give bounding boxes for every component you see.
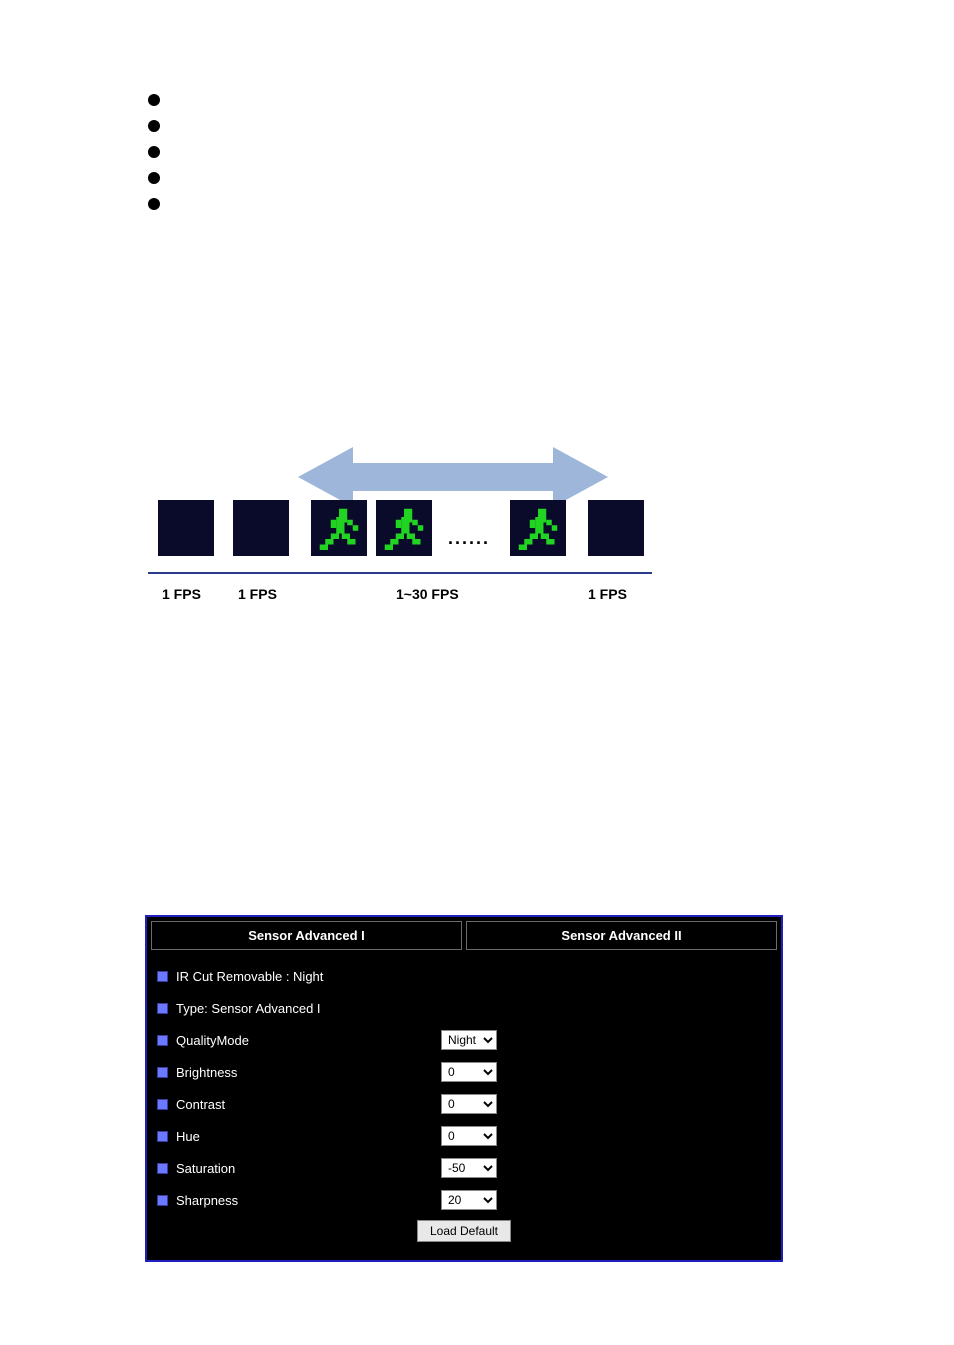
ellipsis: ...... bbox=[448, 528, 490, 549]
brightness-select[interactable]: 0 bbox=[441, 1062, 497, 1082]
fps-label: 1 FPS bbox=[238, 586, 277, 602]
fps-label: 1~30 FPS bbox=[396, 586, 459, 602]
bullet-square-icon bbox=[157, 1067, 168, 1078]
bullet bbox=[148, 146, 160, 158]
bullet-square-icon bbox=[157, 1131, 168, 1142]
saturation-select[interactable]: -50 bbox=[441, 1158, 497, 1178]
bullet-square-icon bbox=[157, 1035, 168, 1046]
bullet-square-icon bbox=[157, 1195, 168, 1206]
thumbs-row bbox=[148, 500, 668, 564]
sharpness-label: Sharpness bbox=[176, 1193, 238, 1208]
bullet-square-icon bbox=[157, 971, 168, 982]
bullet-square-icon bbox=[157, 1163, 168, 1174]
frame-thumb-blank bbox=[588, 500, 644, 556]
bullet bbox=[148, 198, 160, 210]
contrast-label: Contrast bbox=[176, 1097, 225, 1112]
fps-label: 1 FPS bbox=[588, 586, 627, 602]
bullet bbox=[148, 172, 160, 184]
frame-thumb-blank bbox=[233, 500, 289, 556]
hue-label: Hue bbox=[176, 1129, 200, 1144]
tab-sensor-advanced-1[interactable]: Sensor Advanced I bbox=[151, 921, 462, 950]
quality-mode-label: QualityMode bbox=[176, 1033, 249, 1048]
brightness-label: Brightness bbox=[176, 1065, 237, 1080]
bullet bbox=[148, 94, 160, 106]
bullet-square-icon bbox=[157, 1099, 168, 1110]
quality-mode-select[interactable]: Night bbox=[441, 1030, 497, 1050]
contrast-select[interactable]: 0 bbox=[441, 1094, 497, 1114]
load-default-button[interactable]: Load Default bbox=[417, 1220, 511, 1242]
bullet-square-icon bbox=[157, 1003, 168, 1014]
frame-thumb-walker bbox=[510, 500, 566, 556]
saturation-label: Saturation bbox=[176, 1161, 235, 1176]
fps-label: 1 FPS bbox=[162, 586, 201, 602]
double-arrow-icon bbox=[298, 447, 608, 487]
type-label: Type: Sensor Advanced I bbox=[176, 1001, 321, 1016]
tab-sensor-advanced-2[interactable]: Sensor Advanced II bbox=[466, 921, 777, 950]
timeline-rule bbox=[148, 572, 652, 574]
hue-select[interactable]: 0 bbox=[441, 1126, 497, 1146]
frame-thumb-walker bbox=[311, 500, 367, 556]
frame-thumb-blank bbox=[158, 500, 214, 556]
sensor-advanced-panel: Sensor Advanced I Sensor Advanced II IR … bbox=[145, 915, 783, 1262]
bullet-list bbox=[148, 94, 160, 224]
sharpness-select[interactable]: 20 bbox=[441, 1190, 497, 1210]
frame-thumb-walker bbox=[376, 500, 432, 556]
ir-cut-removable-label: IR Cut Removable : Night bbox=[176, 969, 323, 984]
bullet bbox=[148, 120, 160, 132]
